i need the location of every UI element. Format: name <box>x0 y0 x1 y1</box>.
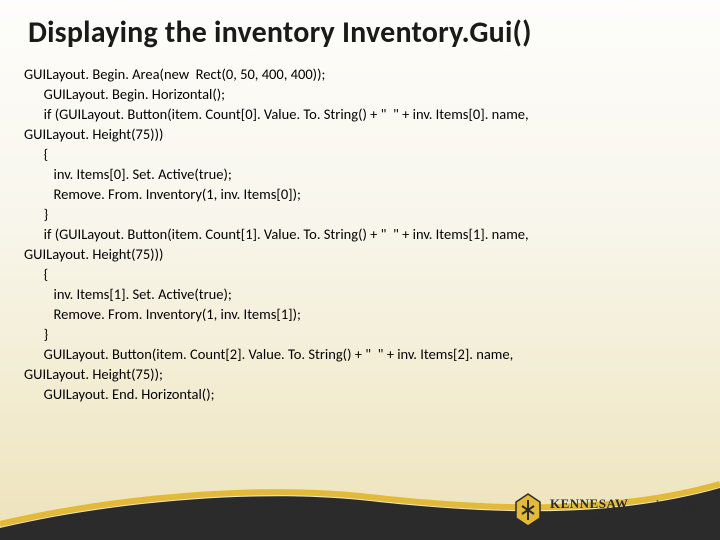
code-line: if (GUILayout. Button(item. Count[0]. Va… <box>24 104 696 124</box>
slide-title: Displaying the inventory Inventory.Gui() <box>28 14 700 51</box>
logo-text-top: KENNESAW <box>550 496 628 511</box>
slide: Displaying the inventory Inventory.Gui()… <box>0 0 720 540</box>
code-line: if (GUILayout. Button(item. Count[1]. Va… <box>24 224 696 244</box>
code-body: GUILayout. Begin. Area(new Rect(0, 50, 4… <box>24 64 696 404</box>
code-line: { <box>24 264 696 284</box>
code-line: Remove. From. Inventory(1, inv. Items[1]… <box>24 304 696 324</box>
code-line: GUILayout. Height(75)); <box>24 364 696 384</box>
code-line: inv. Items[0]. Set. Active(true); <box>24 164 696 184</box>
code-line: GUILayout. Button(item. Count[2]. Value.… <box>24 344 696 364</box>
svg-text:®: ® <box>656 499 660 509</box>
code-line: } <box>24 204 696 224</box>
code-line: GUILayout. Height(75))) <box>24 124 696 144</box>
page-number: 1-6 <box>680 501 698 518</box>
code-line: GUILayout. Height(75))) <box>24 244 696 264</box>
logo-text-bottom: STATE UNIVERSITY <box>550 514 653 525</box>
code-line: Remove. From. Inventory(1, inv. Items[0]… <box>24 184 696 204</box>
footer-decoration <box>0 470 720 540</box>
code-line: GUILayout. Begin. Horizontal(); <box>24 84 696 104</box>
code-line: GUILayout. End. Horizontal(); <box>24 384 696 404</box>
code-line: } <box>24 324 696 344</box>
code-line: GUILayout. Begin. Area(new Rect(0, 50, 4… <box>24 64 696 84</box>
code-line: inv. Items[1]. Set. Active(true); <box>24 284 696 304</box>
kennesaw-logo: KENNESAW STATE UNIVERSITY ® <box>506 490 666 534</box>
code-line: { <box>24 144 696 164</box>
